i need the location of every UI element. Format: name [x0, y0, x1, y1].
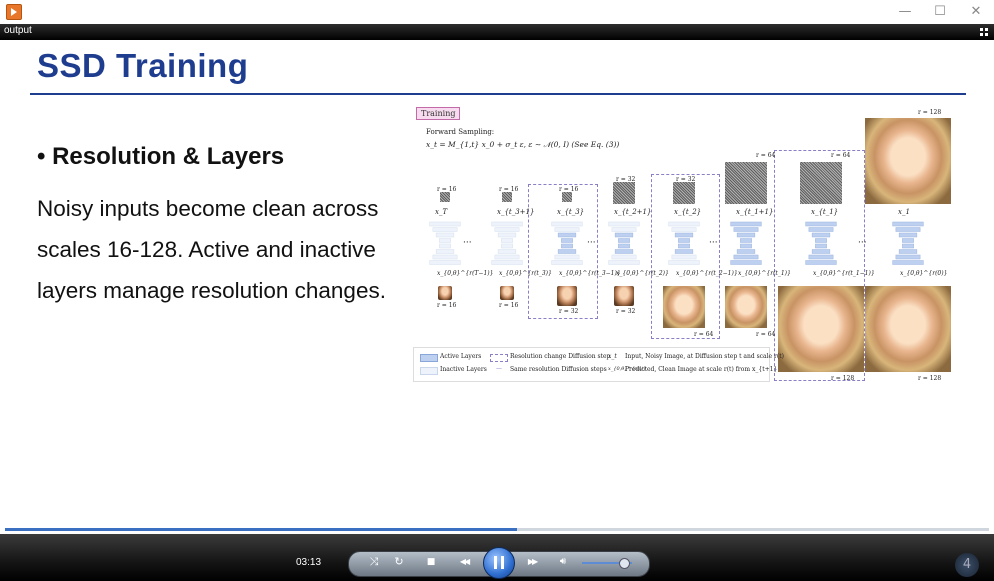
- legend-xt-desc: Input, Noisy Image, at Diffusion step t …: [625, 353, 784, 360]
- input-label: x_{t_2+1}: [614, 208, 652, 216]
- output-bar: output: [0, 24, 994, 40]
- output-label: output: [4, 25, 32, 36]
- predicted-face-image: [778, 286, 864, 372]
- input-label: x_{t_1}: [811, 208, 839, 216]
- output-label: x_{0,θ}^{r(t_3−1)}: [559, 270, 621, 277]
- elapsed-time: 03:13: [296, 557, 322, 568]
- denoiser-network: [429, 221, 461, 265]
- bottom-scale-label: r = 16: [437, 302, 457, 309]
- training-diagram: Training Forward Sampling: x_t = M_{1,t}…: [413, 104, 958, 386]
- forward-sampling-label: Forward Sampling:: [426, 128, 495, 136]
- slide-title: SSD Training: [37, 47, 249, 84]
- predicted-face-image: [614, 286, 634, 306]
- input-label: x_{t_1+1}: [736, 208, 774, 216]
- switch-view-icon[interactable]: 4: [955, 553, 979, 577]
- denoiser-network: [551, 221, 583, 265]
- stop-icon[interactable]: ■: [421, 552, 441, 572]
- media-player-icon: [6, 4, 22, 20]
- bottom-scale-label: r = 128: [918, 375, 942, 382]
- pause-icon[interactable]: [483, 547, 515, 579]
- denoiser-network: [668, 221, 700, 265]
- predicted-face-image: [663, 286, 705, 328]
- input-face-image: [865, 118, 951, 204]
- window-title-bar: — ☐ ✕: [0, 0, 994, 25]
- output-label: x_{0,θ}^{r(T−1)}: [437, 270, 494, 277]
- bottom-scale-label: r = 32: [616, 308, 636, 315]
- next-icon[interactable]: ▶▶: [518, 552, 546, 572]
- bottom-scale-label: r = 32: [559, 308, 579, 315]
- minimize-button[interactable]: —: [890, 2, 920, 22]
- repeat-icon[interactable]: ↻: [389, 552, 409, 572]
- volume-knob[interactable]: [619, 558, 630, 569]
- output-label: x_{0,θ}^{r(t_2)}: [616, 270, 669, 277]
- denoiser-network: [730, 221, 762, 265]
- res-change-swatch: [490, 354, 508, 362]
- grid-icon[interactable]: [980, 28, 988, 36]
- noisy-input-image: [800, 162, 842, 204]
- output-label: x_{0,θ}^{r(t_3)}: [499, 270, 552, 277]
- bottom-scale-label: r = 16: [499, 302, 519, 309]
- forward-sampling-equation: x_t = M_{1,t} x_0 + σ_t ε, ε ∼ 𝒩(0, I) (…: [426, 140, 620, 149]
- denoiser-network: [805, 221, 837, 265]
- noisy-input-image: [502, 192, 512, 202]
- same-res-swatch: —: [496, 365, 502, 372]
- seek-bar-fill: [5, 528, 517, 531]
- denoiser-network: [491, 221, 523, 265]
- legend-res-change: Resolution change Diffusion step: [510, 353, 611, 360]
- bottom-scale-label: r = 64: [694, 331, 714, 338]
- legend-xt-symbol: x_t: [608, 353, 617, 360]
- predicted-face-image: [438, 286, 452, 300]
- top-scale-label: r = 64: [756, 152, 776, 159]
- denoiser-network: [892, 221, 924, 265]
- bullet-text: Resolution & Layers: [52, 143, 285, 170]
- title-divider: [30, 93, 966, 95]
- legend-same-res: Same resolution Diffusion steps: [510, 366, 607, 373]
- ellipsis: ···: [858, 238, 867, 248]
- noisy-input-image: [673, 182, 695, 204]
- ellipsis: ···: [587, 238, 596, 248]
- diagram-legend: Active Layers Inactive Layers Resolution…: [413, 347, 784, 382]
- bullet-heading: • Resolution & Layers: [37, 143, 284, 171]
- noisy-input-image: [613, 182, 635, 204]
- legend-x0-desc: Predicted, Clean Image at scale r(t) fro…: [625, 366, 778, 373]
- top-scale-label: r = 128: [918, 109, 942, 116]
- output-label: x_{0,θ}^{r(t_1−1)}: [813, 270, 875, 277]
- top-scale-label: r = 64: [831, 152, 851, 159]
- output-label: x_{0,θ}^{r(0)}: [900, 270, 948, 277]
- predicted-face-image: [500, 286, 514, 300]
- noisy-input-image: [725, 162, 767, 204]
- player-controls: 03:13 ⤨ ↻ ■ ◀◀ ▶▶ 🔊︎ 4: [0, 534, 994, 581]
- active-layer-swatch: [420, 354, 438, 362]
- denoiser-network: [608, 221, 640, 265]
- bottom-scale-label: r = 128: [831, 375, 855, 382]
- predicted-face-image: [865, 286, 951, 372]
- close-button[interactable]: ✕: [961, 2, 991, 22]
- volume-icon[interactable]: 🔊︎: [553, 552, 573, 572]
- legend-active: Active Layers: [440, 353, 482, 360]
- inactive-layer-swatch: [420, 367, 438, 375]
- predicted-face-image: [557, 286, 577, 306]
- ellipsis: ···: [709, 238, 718, 248]
- training-tag: Training: [416, 107, 461, 120]
- input-label: x_T: [435, 208, 448, 216]
- seek-bar[interactable]: [5, 528, 989, 531]
- shuffle-icon[interactable]: ⤨: [364, 552, 384, 572]
- previous-icon[interactable]: ◀◀: [450, 552, 478, 572]
- noisy-input-image: [440, 192, 450, 202]
- output-label: x_{0,θ}^{r(t_2−1)}: [676, 270, 738, 277]
- bottom-scale-label: r = 64: [756, 331, 776, 338]
- slide-body-text: Noisy inputs become clean across scales …: [37, 196, 386, 303]
- input-label: x_{t_3}: [557, 208, 585, 216]
- legend-inactive: Inactive Layers: [440, 366, 487, 373]
- input-label: x_1: [898, 208, 910, 216]
- bullet-marker: •: [37, 143, 46, 170]
- predicted-face-image: [725, 286, 767, 328]
- maximize-button[interactable]: ☐: [925, 2, 955, 22]
- input-label: x_{t_2}: [674, 208, 702, 216]
- ellipsis: ···: [463, 238, 472, 248]
- input-label: x_{t_3+1}: [497, 208, 535, 216]
- noisy-input-image: [562, 192, 572, 202]
- output-label: x_{0,θ}^{r(t_1)}: [738, 270, 791, 277]
